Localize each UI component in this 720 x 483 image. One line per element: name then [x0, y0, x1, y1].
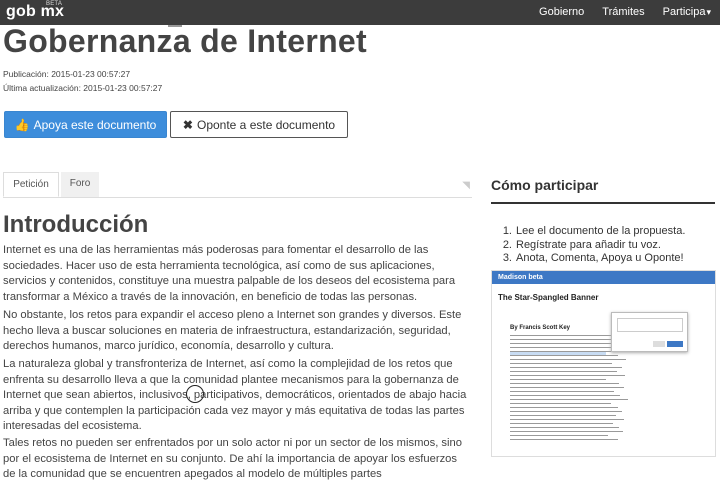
preview-doc-title: The Star-Spangled Banner: [498, 293, 599, 302]
preview-app-header: Madison beta: [492, 271, 715, 284]
preview-author: By Francis Scott Key: [510, 325, 571, 331]
thumbs-up-icon: 👍: [14, 117, 30, 132]
paragraph-2[interactable]: No obstante, los retos para expandir el …: [3, 308, 468, 355]
paragraph-1[interactable]: Internet es una de las herramientas más …: [3, 243, 468, 305]
gobmx-logo[interactable]: gob mx BETA: [6, 1, 64, 21]
participation-steps: 1. Lee el documento de la propuesta. 2. Re…: [491, 225, 717, 266]
oppose-button-label: Oponte a este documento: [196, 117, 336, 132]
tab-peticion[interactable]: Petición: [3, 172, 59, 197]
mouse-cursor: [186, 385, 204, 403]
step-item: 1. Lee el documento de la propuesta.: [502, 225, 686, 237]
updated-date: Última actualización: 2015-01-23 00:57:2…: [3, 83, 163, 93]
document-tabs: Petición Foro ◥: [3, 172, 472, 198]
nav-gobierno[interactable]: Gobierno: [530, 0, 593, 25]
page-title: Gobernanza de Internet: [3, 23, 367, 59]
support-button-label: Apoya este documento: [33, 117, 157, 132]
beta-badge: BETA: [46, 1, 63, 7]
nav-tramites[interactable]: Trámites: [593, 0, 653, 25]
paragraph-3[interactable]: La naturaleza global y transfronteriza d…: [3, 357, 468, 435]
close-icon: ✖: [182, 117, 193, 132]
section-heading: Introducción: [3, 211, 149, 238]
main-nav: Gobierno Trámites Participa: [530, 0, 720, 25]
tutorial-preview-image: Madison beta The Star-Spangled Banner By…: [491, 270, 716, 457]
preview-annotation-popup: [611, 312, 688, 352]
sidebar-divider: [491, 202, 715, 204]
tab-foro[interactable]: Foro: [61, 172, 99, 197]
step-item: 2. Regístrate para añadir tu voz.: [502, 238, 661, 251]
top-navbar: gob mx BETA Gobierno Trámites Participa: [0, 0, 720, 25]
support-document-button[interactable]: 👍 Apoya este documento: [4, 111, 167, 138]
paragraph-4[interactable]: Tales retos no pueden ser enfrentados po…: [3, 436, 468, 483]
step-item: 3. Anota, Comenta, Apoya u Oponte!: [502, 252, 684, 264]
sidebar-heading: Cómo participar: [491, 177, 599, 193]
published-date: Publicación: 2015-01-23 00:57:27: [3, 69, 131, 79]
nav-participa-dropdown[interactable]: Participa: [654, 0, 720, 25]
rss-feed-icon[interactable]: ◥: [462, 180, 470, 191]
oppose-document-button[interactable]: ✖ Oponte a este documento: [170, 111, 348, 138]
